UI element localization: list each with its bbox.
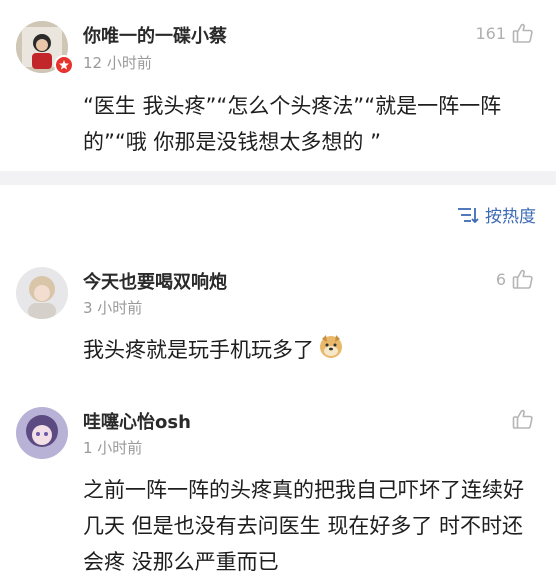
thumbs-up-icon: [512, 409, 533, 429]
like-button[interactable]: [506, 408, 534, 430]
verified-badge-icon: [54, 55, 74, 75]
username[interactable]: 哇噻心怡osh: [83, 408, 191, 434]
comment-text: “医生 我头疼”“怎么个头疼法”“就是一阵一阵的”“哦 你那是没钱想太多想的 ”: [83, 94, 502, 154]
timestamp: 12 小时前: [83, 54, 152, 72]
timestamp: 3 小时前: [83, 299, 143, 317]
sort-by-popularity-button[interactable]: 按热度: [457, 202, 536, 227]
username[interactable]: 你唯一的一碟小蔡: [83, 22, 227, 48]
comment-text: 之前一阵一阵的头疼真的把我自己吓坏了连续好几天 但是也没有去问医生 现在好多了 …: [83, 478, 524, 574]
comment-text: 我头疼就是玩手机玩多了: [83, 332, 543, 370]
like-button[interactable]: 161: [475, 22, 534, 44]
avatar[interactable]: [16, 407, 68, 459]
doge-emoji-icon: [318, 333, 344, 370]
thumbs-up-icon: [512, 23, 533, 43]
like-button[interactable]: 6: [496, 268, 534, 290]
section-divider: [0, 171, 556, 185]
like-count: 161: [475, 23, 506, 43]
timestamp: 1 小时前: [83, 439, 143, 457]
comment-item: 你唯一的一碟小蔡 12 小时前 161 “医生 我头疼”“怎么个头疼法”“就是一…: [0, 0, 556, 171]
comment-item: 今天也要喝双响炮 3 小时前 6 我头疼就是玩手机玩多了: [0, 250, 556, 380]
sort-icon: [458, 207, 479, 223]
avatar[interactable]: [16, 267, 68, 319]
comment-item: 哇噻心怡osh 1 小时前 之前一阵一阵的头疼真的把我自己吓坏了连续好几天 但是…: [0, 392, 556, 584]
username[interactable]: 今天也要喝双响炮: [83, 268, 227, 294]
comment-text-content: 我头疼就是玩手机玩多了: [83, 338, 314, 362]
like-count: 6: [495, 269, 506, 289]
thumbs-up-icon: [512, 269, 533, 289]
sort-label: 按热度: [485, 207, 536, 227]
